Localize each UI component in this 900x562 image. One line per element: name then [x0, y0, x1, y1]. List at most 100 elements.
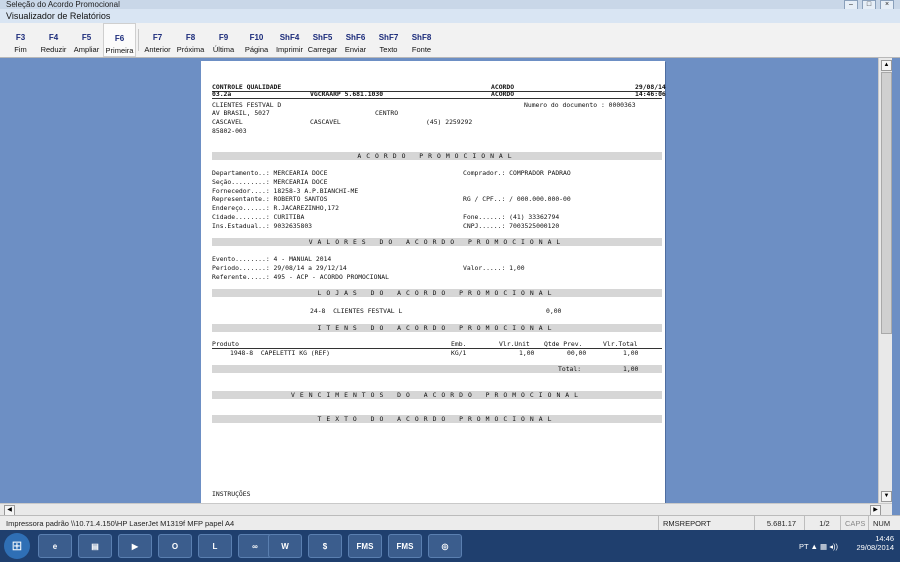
status-num: NUM	[868, 516, 900, 530]
tray-arrow-icon[interactable]: ▲	[811, 542, 818, 551]
section-vencimentos: VENCIMENTOS DO ACORDO PROMOCIONAL	[212, 391, 662, 399]
app-titlebar: Visualizador de Relatórios	[0, 9, 900, 23]
lync-icon[interactable]: L	[198, 534, 232, 558]
app-title: Visualizador de Relatórios	[6, 11, 111, 21]
toolbar-key: F10	[249, 33, 264, 42]
doc-number: Numero do documento : 0000363	[524, 101, 636, 109]
toolbar-button-fim[interactable]: F3 Fim	[4, 23, 37, 57]
rg-cpf: RG / CPF..: / 000.000.000-00	[463, 195, 571, 203]
globe-icon[interactable]: ◎	[428, 534, 462, 558]
scroll-thumb[interactable]	[881, 72, 892, 334]
toolbar-button-imprimir[interactable]: ShF4 Imprimir	[273, 23, 306, 57]
toolbar: F3 Fim F4 Reduzir F5 Ampliar F6 Primeira F7 Anter…	[0, 23, 900, 58]
store-address: AV BRASIL, 5027	[212, 109, 270, 117]
toolbar-separator	[138, 29, 139, 51]
browser-icon[interactable]: e	[38, 534, 72, 558]
toolbar-label: Última	[212, 45, 235, 54]
referente: Referente.....: 495 - ACP - ACORDO PROMO…	[212, 273, 389, 281]
toolbar-button-reduzir[interactable]: F4 Reduzir	[37, 23, 70, 57]
toolbar-key: F4	[48, 33, 59, 42]
evento: Evento........: 4 - MANUAL 2014	[212, 255, 332, 263]
toolbar-label: Enviar	[344, 45, 367, 54]
item-emb: KG/1	[451, 349, 467, 357]
header-rule-2	[212, 98, 662, 99]
toolbar-label: Carregar	[307, 45, 338, 54]
section-itens: ITENS DO ACORDO PROMOCIONAL	[212, 324, 662, 332]
toolbar-button-carregar[interactable]: ShF5 Carregar	[306, 23, 339, 57]
header-time: 14:46:06	[635, 90, 666, 98]
cnpj: CNPJ......: 7003525000120	[463, 222, 560, 230]
network-icon[interactable]: ▦	[820, 542, 827, 551]
toolbar-label: Ampliar	[73, 45, 100, 54]
word-icon[interactable]: W	[268, 534, 302, 558]
clock-time: 14:46	[875, 534, 894, 543]
taskbar-app-fms-1[interactable]: FMS	[348, 534, 382, 558]
clock[interactable]: 14:46 29/08/2014	[856, 534, 894, 552]
taskbar-app-fms-2[interactable]: FMS	[388, 534, 422, 558]
col-vlr-unit: Vlr.Unit	[499, 340, 530, 348]
toolbar-button-anterior[interactable]: F7 Anterior	[141, 23, 174, 57]
section-lojas: LOJAS DO ACORDO PROMOCIONAL	[212, 289, 662, 297]
toolbar-key: ShF6	[345, 33, 366, 42]
toolbar-button-pr-xima[interactable]: F8 Próxima	[174, 23, 207, 57]
report-page: CONTROLE QUALIDADE ACORDO 29/08/14 03.2a…	[201, 61, 666, 503]
toolbar-label: Texto	[379, 45, 398, 54]
media-icon[interactable]: ▶	[118, 534, 152, 558]
toolbar-label: Anterior	[144, 45, 171, 54]
store-name: CLIENTES FESTVAL D	[212, 101, 282, 109]
periodo: Periodo.......: 29/08/14 a 29/12/14	[212, 264, 347, 272]
toolbar-key: F3	[15, 33, 26, 42]
item-vlr-unit: 1,00	[519, 349, 535, 357]
toolbar-button-enviar[interactable]: ShF6 Enviar	[339, 23, 372, 57]
status-module: RMSREPORT	[658, 516, 754, 530]
secao: Seção.........: MERCEARIA DOCE	[212, 178, 328, 186]
section-acordo: ACORDO PROMOCIONAL	[212, 152, 662, 160]
horizontal-scrollbar[interactable]: ◀ ▶	[0, 503, 892, 516]
ins-estadual: Ins.Estadual..: 9032635803	[212, 222, 313, 230]
clock-date: 29/08/2014	[856, 543, 894, 552]
language-indicator[interactable]: PT	[799, 542, 808, 551]
total-label: Total:	[558, 365, 582, 373]
toolbar-key: F8	[185, 33, 196, 42]
vertical-scrollbar[interactable]: ▲ ▼	[878, 58, 892, 503]
outer-window-titlebar: Seleção do Acordo Promocional – □ ×	[0, 0, 900, 10]
scroll-up-icon[interactable]: ▲	[881, 60, 892, 71]
toolbar-key: ShF5	[312, 33, 333, 42]
toolbar-label: Imprimir	[275, 45, 304, 54]
toolbar-button-fonte[interactable]: ShF8 Fonte	[405, 23, 438, 57]
store-district: CENTRO	[375, 109, 399, 117]
col-vlr-total: Vlr.Total	[603, 340, 638, 348]
outlook-icon[interactable]: O	[158, 534, 192, 558]
start-button[interactable]: ⊞	[4, 533, 30, 559]
col-produto: Produto	[212, 340, 239, 348]
scroll-down-icon[interactable]: ▼	[881, 491, 892, 502]
toolbar-button--ltima[interactable]: F9 Última	[207, 23, 240, 57]
cash-icon[interactable]: $	[308, 534, 342, 558]
toolbar-label: Reduzir	[40, 45, 67, 54]
folder-icon[interactable]: ▤	[78, 534, 112, 558]
item-qtde: 00,00	[567, 349, 587, 357]
section-valores: VALORES DO ACORDO PROMOCIONAL	[212, 238, 662, 246]
item-vlr-total: 1,00	[623, 349, 639, 357]
instrucoes: INSTRUÇÕES	[212, 490, 251, 498]
header-version: 03.2a	[212, 90, 232, 98]
loja-value: 0,00	[546, 307, 562, 315]
section-texto: TEXTO DO ACORDO PROMOCIONAL	[212, 415, 662, 423]
status-page: 1/2	[804, 516, 840, 530]
toolbar-key: ShF8	[411, 33, 432, 42]
endereco: Endereço......: R.JACAREZINHO,172	[212, 204, 339, 212]
volume-icon[interactable]: ◂))	[829, 542, 838, 551]
toolbar-label: Próxima	[176, 45, 205, 54]
toolbar-button-p-gina[interactable]: F10 Página	[240, 23, 273, 57]
toolbar-button-ampliar[interactable]: F5 Ampliar	[70, 23, 103, 57]
header-program: VGCRAARP 5.681.1030	[310, 90, 384, 98]
app-icon[interactable]: ∞	[238, 534, 272, 558]
toolbar-key: F7	[152, 33, 163, 42]
toolbar-key: ShF7	[378, 33, 399, 42]
toolbar-button-texto[interactable]: ShF7 Texto	[372, 23, 405, 57]
fornecedor: Fornecedor....: 18258-3 A.P.BIANCHI-ME	[212, 187, 359, 195]
store-cep: 85802-003	[212, 127, 247, 135]
toolbar-key: ShF4	[279, 33, 300, 42]
col-qtde-prev: Qtde Prev.	[544, 340, 583, 348]
toolbar-button-primeira[interactable]: F6 Primeira	[103, 23, 136, 57]
